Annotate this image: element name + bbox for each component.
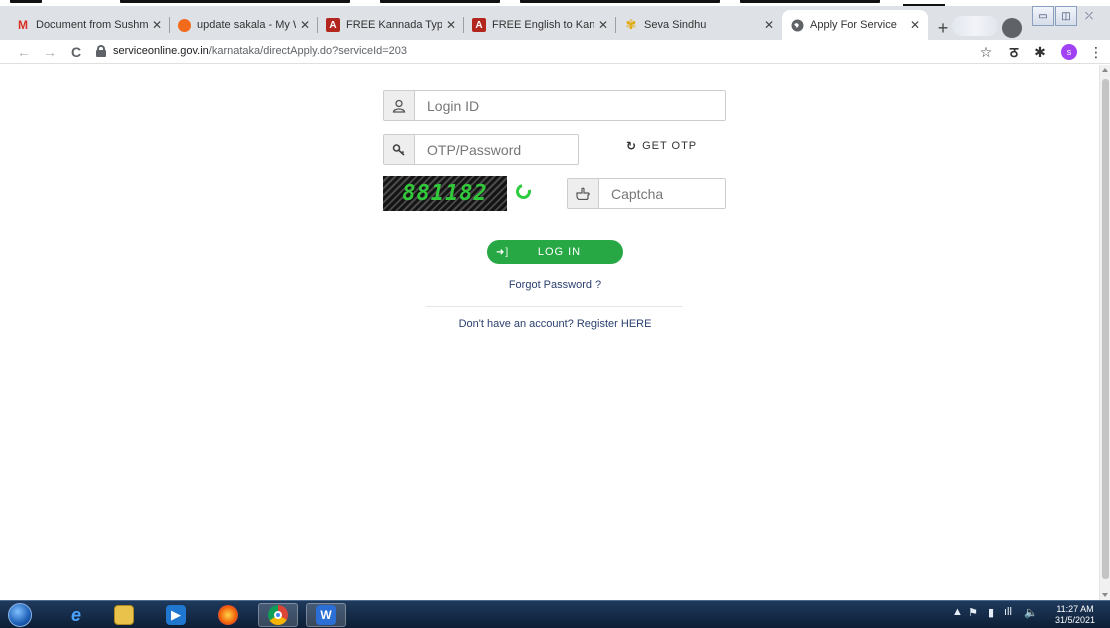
key-icon	[384, 135, 415, 164]
kebab-menu-icon[interactable]: ⋮	[1086, 42, 1106, 62]
taskbar-word[interactable]: W	[306, 603, 346, 627]
tab-title: FREE English to Kannad	[492, 19, 594, 31]
typing-icon: A	[472, 18, 486, 32]
close-icon[interactable]: ✕	[764, 18, 774, 32]
close-icon[interactable]: ✕	[446, 18, 456, 32]
captcha-group	[567, 178, 726, 209]
globe-icon	[790, 18, 804, 32]
refresh-icon: ↻	[626, 139, 638, 153]
login-id-input[interactable]	[415, 91, 725, 120]
divider	[426, 306, 683, 307]
reload-icon[interactable]: C	[66, 42, 86, 62]
internet-explorer-icon: e	[70, 604, 81, 625]
lock-icon	[96, 45, 106, 57]
otp-password-group	[383, 134, 579, 165]
scroll-down-icon[interactable]	[1102, 593, 1108, 597]
close-icon[interactable]: ✕	[300, 18, 310, 32]
seva-sindhu-icon: ✾	[625, 17, 637, 32]
chrome-icon	[268, 605, 288, 625]
login-id-group	[383, 90, 726, 121]
tab-english-to-kannada[interactable]: A FREE English to Kannad ✕	[464, 10, 616, 40]
battery-icon[interactable]: ▮	[988, 606, 994, 619]
folder-icon	[114, 605, 134, 625]
captcha-input[interactable]	[599, 179, 725, 208]
tab-search-icon[interactable]	[1002, 18, 1022, 38]
otp-password-input[interactable]	[415, 135, 578, 164]
tab-title: update sakala - My Wo	[197, 19, 296, 31]
network-flag-icon[interactable]: ⚑	[968, 606, 978, 619]
close-icon[interactable]: ✕	[152, 18, 162, 32]
volume-icon[interactable]: 🔈	[1024, 606, 1038, 619]
orange-circle-icon	[178, 18, 191, 32]
user-icon	[384, 91, 415, 120]
captcha-image: 881182	[383, 176, 507, 211]
sign-in-icon: ➜]	[496, 246, 510, 258]
start-button-icon[interactable]	[8, 603, 32, 627]
hand-pointer-icon	[568, 179, 599, 208]
scroll-up-icon[interactable]	[1102, 68, 1108, 72]
system-clock[interactable]: 11:27 AM 31/5/2021	[1052, 604, 1098, 626]
captcha-text: 881182	[402, 181, 488, 206]
tab-title: FREE Kannada Typing |	[346, 19, 442, 31]
tab-update-sakala[interactable]: update sakala - My Wo ✕	[170, 10, 318, 40]
tab-gmail[interactable]: M Document from Sushm ✕	[8, 10, 170, 40]
puzzle-icon[interactable]: ✱	[1030, 42, 1050, 62]
clock-date: 31/5/2021	[1054, 615, 1096, 625]
extension-icon[interactable]: ठ	[1004, 42, 1024, 62]
blurred-region	[952, 16, 998, 36]
word-icon: W	[316, 605, 336, 625]
tab-title: Document from Sushm	[36, 19, 148, 31]
signal-icon[interactable]: ıll	[1004, 606, 1012, 618]
taskbar-firefox[interactable]	[208, 603, 248, 627]
tab-seva-sindhu[interactable]: ✾ Seva Sindhu ✕	[616, 10, 782, 40]
captcha-refresh-icon[interactable]	[513, 181, 534, 202]
tab-apply-for-service[interactable]: Apply For Service ✕	[782, 10, 928, 40]
forgot-password-link[interactable]: Forgot Password ?	[0, 279, 1110, 291]
close-icon[interactable]: ✕	[598, 18, 608, 32]
browser-tab-strip: M Document from Sushm ✕ update sakala - …	[0, 6, 1110, 40]
url-host: serviceonline.gov.in	[113, 45, 209, 57]
taskbar-chrome[interactable]	[258, 603, 298, 627]
show-hidden-icons[interactable]: ▲	[952, 606, 963, 618]
browser-toolbar: ← → C serviceonline.gov.in/karnataka/dir…	[0, 40, 1110, 64]
register-link[interactable]: Don't have an account? Register HERE	[0, 318, 1110, 330]
typing-icon: A	[326, 18, 340, 32]
taskbar-media[interactable]: ▶	[156, 603, 196, 627]
address-bar[interactable]: serviceonline.gov.in/karnataka/directApp…	[113, 45, 407, 57]
windows-taskbar: e ▶ W ▲ ⚑ ▮ ıll 🔈 11:27 AM 31/5/2021	[0, 600, 1110, 628]
media-player-icon: ▶	[166, 605, 186, 625]
login-button-label: LOG IN	[537, 246, 582, 258]
tab-title: Apply For Service	[810, 19, 897, 31]
maximize-icon[interactable]: ◫	[1055, 6, 1077, 26]
taskbar-ie[interactable]: e	[56, 603, 96, 627]
minimize-icon[interactable]: ▭	[1032, 6, 1054, 26]
new-tab-plus-icon[interactable]: +	[932, 17, 954, 39]
taskbar-explorer[interactable]	[104, 603, 144, 627]
tab-kannada-typing[interactable]: A FREE Kannada Typing | ✕	[318, 10, 464, 40]
gmail-icon: M	[18, 18, 28, 32]
login-button[interactable]: ➜] LOG IN	[487, 240, 623, 264]
page-scrollbar[interactable]	[1099, 65, 1110, 600]
profile-avatar[interactable]: s	[1061, 44, 1077, 60]
get-otp-label: GET OTP	[642, 140, 698, 152]
close-window-icon[interactable]: ⤫	[1078, 6, 1100, 26]
bookmark-star-icon[interactable]: ☆	[976, 42, 996, 62]
firefox-icon	[218, 605, 238, 625]
url-path: /karnataka/directApply.do?serviceId=203	[208, 45, 408, 57]
tab-title: Seva Sindhu	[644, 19, 707, 31]
clock-time: 11:27 AM	[1056, 604, 1094, 614]
close-icon[interactable]: ✕	[910, 18, 920, 32]
back-arrow-icon[interactable]: ←	[14, 42, 34, 62]
forward-arrow-icon[interactable]: →	[40, 42, 60, 62]
get-otp-link[interactable]: ↻ GET OTP	[626, 139, 697, 153]
